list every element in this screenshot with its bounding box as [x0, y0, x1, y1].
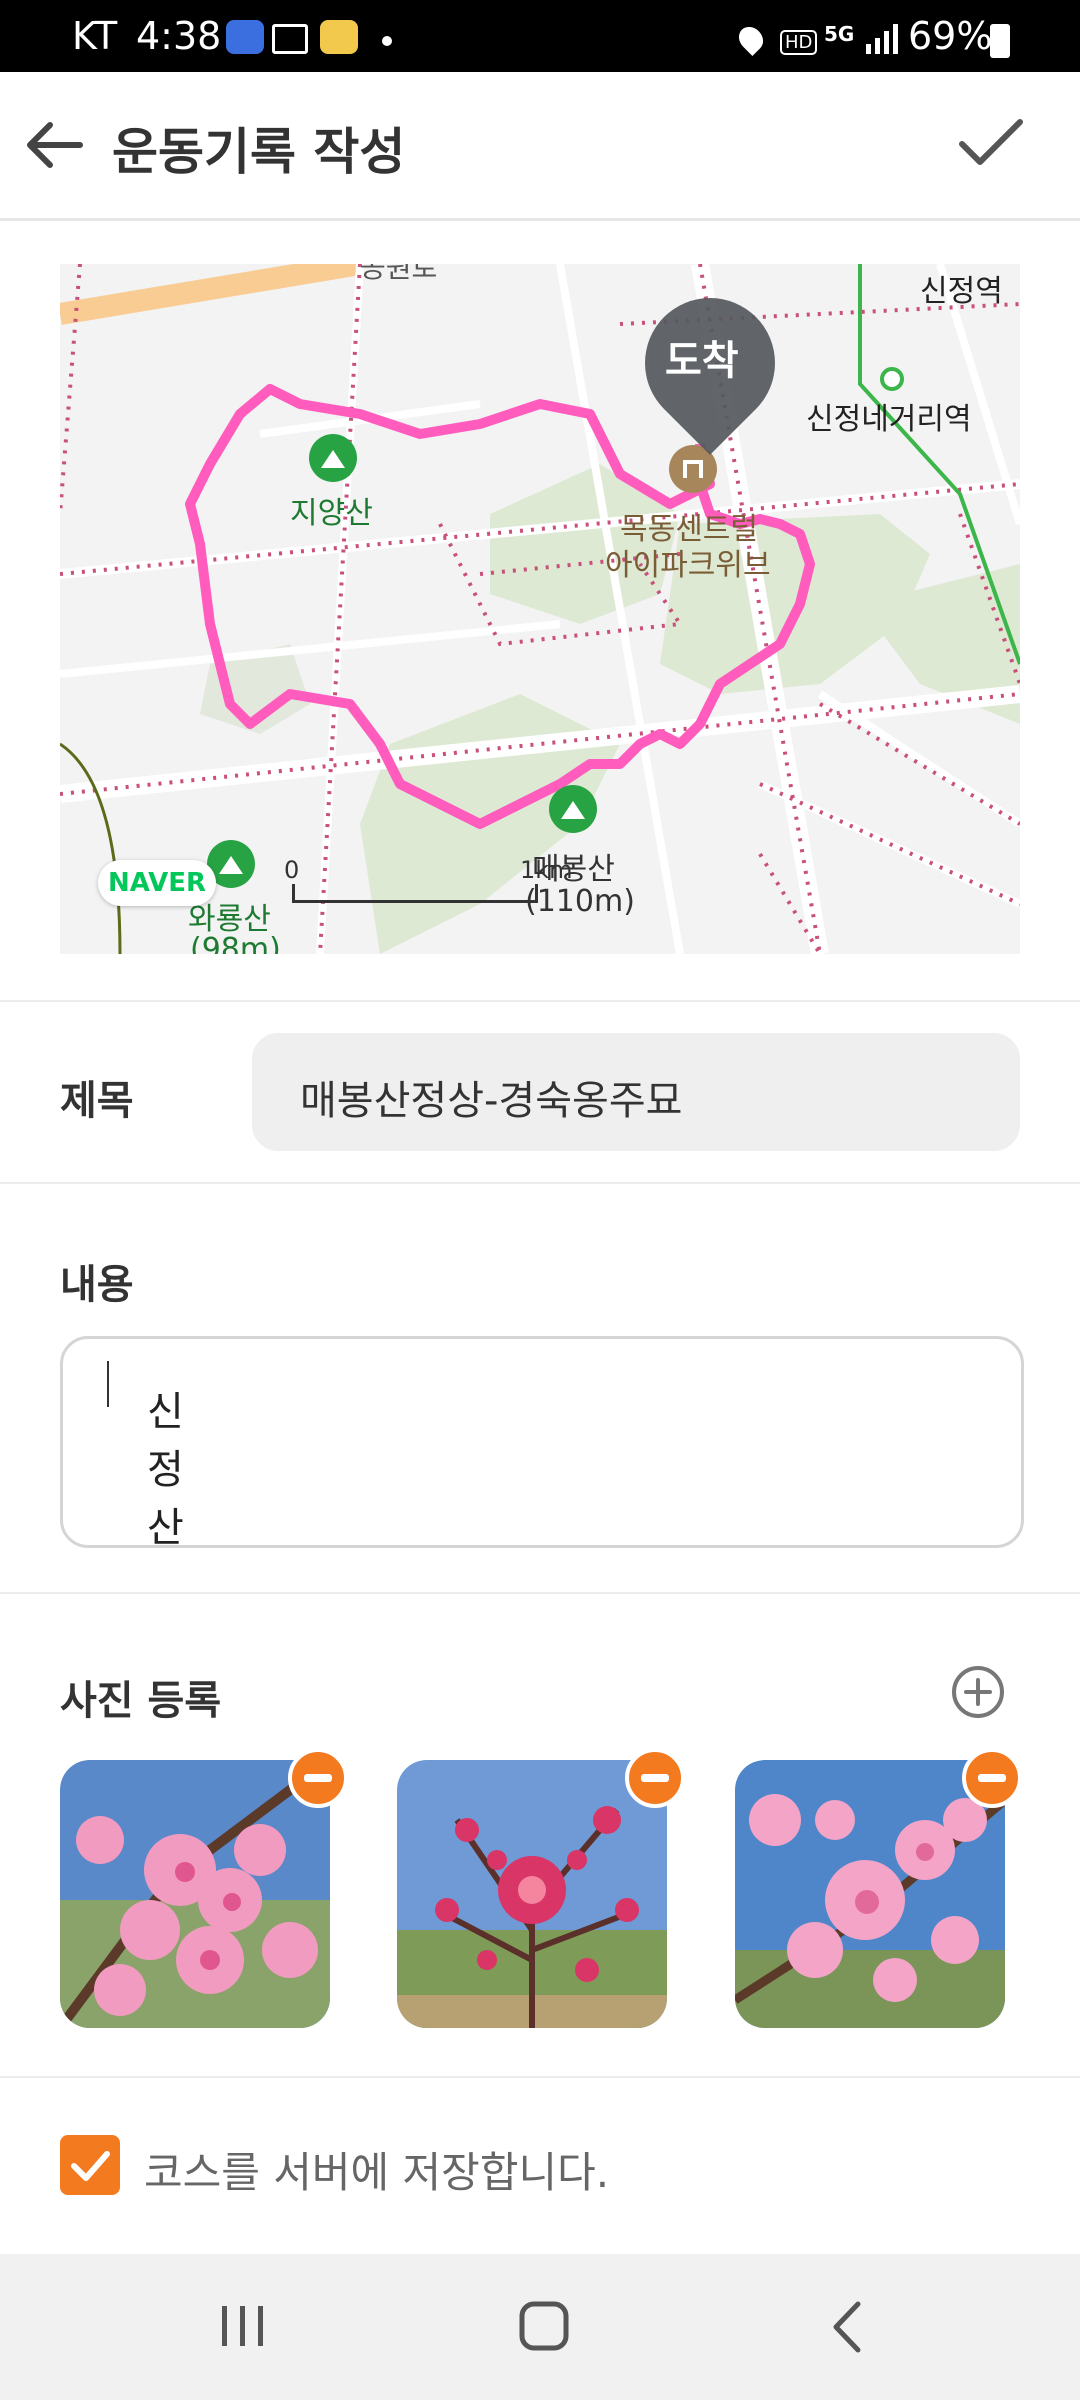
content-textarea[interactable]: 신정산 — [60, 1336, 1024, 1551]
map-label-mountain2-height: (110m) — [525, 884, 635, 919]
map-label-apartment-2: 아이파크위브 — [605, 548, 771, 583]
photo-thumbnail-1[interactable] — [60, 1760, 330, 2028]
section-divider — [0, 1592, 1080, 1594]
section-divider — [0, 1000, 1080, 1002]
home-icon[interactable] — [518, 2300, 570, 2352]
photo-section-label: 사진 등록 — [60, 1678, 222, 1724]
location-icon — [734, 22, 768, 56]
map-label-station2: 신정네거리역 — [806, 402, 972, 437]
add-circle-icon[interactable] — [950, 1664, 1006, 1720]
battery-icon — [990, 24, 1010, 58]
text-cursor — [107, 1361, 109, 1407]
title-input[interactable]: 매봉산정상-경숙옹주묘 — [252, 1033, 1020, 1151]
remove-circle-icon[interactable] — [288, 1748, 348, 1808]
map-scale-end: 1km — [520, 856, 573, 884]
back-arrow-icon[interactable] — [22, 120, 86, 170]
maps-notification-icon — [320, 20, 358, 54]
mail-icon — [272, 24, 308, 54]
network-type: 5G — [824, 22, 855, 46]
map-scale-start: 0 — [284, 856, 300, 884]
checkmark-icon[interactable] — [956, 116, 1026, 170]
section-divider — [0, 2076, 1080, 2078]
map-label-mountain3-height: (98m) — [190, 932, 281, 954]
map-label-station1: 신정역 — [920, 274, 1003, 309]
signal-icon — [866, 24, 898, 54]
carrier-label: KT — [72, 14, 118, 58]
content-value: 신정산 — [147, 1389, 184, 1551]
remove-circle-icon[interactable] — [625, 1748, 685, 1808]
arrival-pin-label: 도착 — [665, 338, 739, 384]
title-label: 제목 — [60, 1078, 134, 1124]
section-divider — [0, 1182, 1080, 1184]
checkbox-check-icon — [71, 2151, 110, 2181]
title-input-value: 매봉산정상-경숙옹주묘 — [300, 1078, 683, 1124]
back-nav-icon[interactable] — [828, 2300, 868, 2354]
status-bar: KT 4:38 HD 5G 69% — [0, 0, 1080, 72]
map-scale-bar — [292, 884, 538, 903]
photo-thumbnail-2[interactable] — [397, 1760, 667, 2028]
save-course-checkbox[interactable] — [60, 2135, 120, 2195]
photo-thumbnail-3[interactable] — [735, 1760, 1005, 2028]
system-nav-bar — [0, 2254, 1080, 2400]
battery-percent: 69% — [908, 14, 993, 58]
hd-icon: HD — [780, 30, 818, 55]
app-notification-icon — [226, 20, 264, 54]
route-map[interactable]: 도착 공원로 신정역 신정네거리역 지양산 목동센트럴 아이파크위브 매봉산 (… — [60, 264, 1020, 954]
content-label: 내용 — [60, 1262, 134, 1308]
remove-circle-icon[interactable] — [962, 1748, 1022, 1808]
map-road-label: 공원로 — [360, 264, 438, 284]
page-title: 운동기록 작성 — [112, 123, 406, 181]
naver-logo: NAVER — [98, 860, 216, 906]
save-course-label[interactable]: 코스를 서버에 저장합니다. — [144, 2139, 609, 2200]
recent-apps-icon[interactable] — [218, 2302, 268, 2350]
clock: 4:38 — [136, 14, 222, 58]
app-bar: 운동기록 작성 — [0, 72, 1080, 221]
more-notifications-dot — [382, 36, 392, 46]
map-label-mountain1: 지양산 — [290, 496, 373, 531]
